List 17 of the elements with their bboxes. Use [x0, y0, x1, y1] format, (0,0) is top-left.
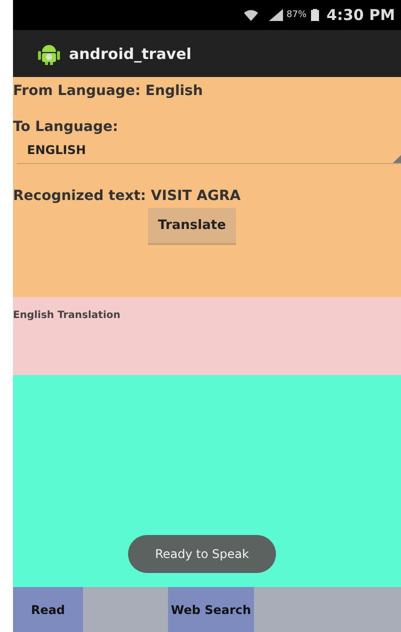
bottom-button[interactable]: Read [13, 587, 83, 632]
robot-icon [38, 42, 60, 64]
to-language-label: To Language: [13, 119, 120, 135]
translation-label: English Translation [13, 310, 120, 321]
toast-message: Ready to Speak [128, 535, 276, 573]
translate-button[interactable]: Translate [148, 208, 236, 245]
wifi-icon [242, 8, 259, 22]
recognized-text: Recognized text: VISIT AGRA [13, 188, 242, 204]
bottom-button[interactable]: Web Search [168, 587, 254, 632]
battery-percent: 87% [286, 10, 307, 20]
language-dropdown[interactable]: ENGLISH [17, 143, 401, 164]
dropdown-corner-icon [393, 155, 401, 163]
signal-icon [268, 9, 283, 21]
battery-icon [310, 9, 319, 21]
from-language-label: From Language: English [13, 83, 204, 99]
clock-time: 4:30 PM [326, 6, 395, 24]
app-title: android_travel [69, 44, 192, 62]
